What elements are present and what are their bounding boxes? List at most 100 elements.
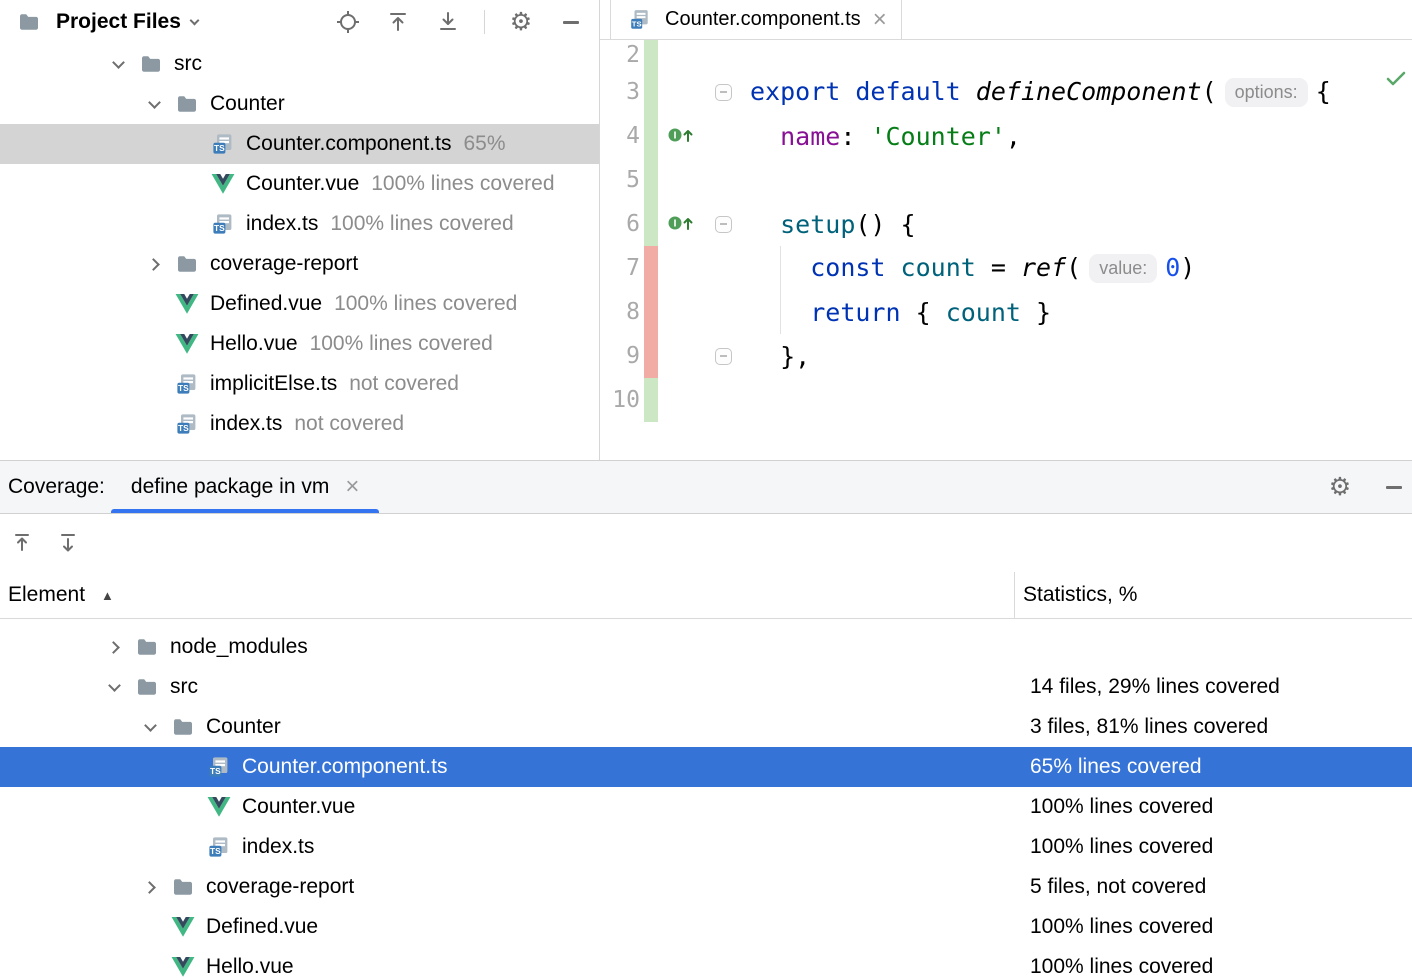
coverage-row-counter-vue[interactable]: Counter.vue100% lines covered [0,787,1412,827]
item-label: Defined.vue [206,915,318,939]
project-tree-item-counter-vue[interactable]: Counter.vue 100% lines covered [0,164,599,204]
coverage-settings-button[interactable]: ⚙ [1326,473,1354,501]
code-editor-area[interactable]: 23export default defineComponent(options… [600,40,1412,460]
row-statistics: 14 files, 29% lines covered [1022,675,1412,699]
editor-tab-counter-component-ts[interactable]: TS Counter.component.ts × [610,0,902,39]
item-coverage-note: 100% lines covered [310,332,493,356]
coverage-table: node_modulessrc14 files, 29% lines cover… [0,619,1412,980]
chevron-down-icon[interactable] [108,679,121,692]
chevron-right-icon[interactable] [143,881,156,894]
project-tree-item-index-ts[interactable]: TSindex.ts100% lines covered [0,204,599,244]
chevron-right-icon[interactable] [107,641,120,654]
fold-slot [706,84,740,101]
row-statistics: 100% lines covered [1022,835,1412,859]
coverage-up-button[interactable] [8,529,36,557]
select-opened-file-button[interactable] [334,8,362,36]
chevron-slot [136,260,172,269]
line-coverage-strip [644,290,658,334]
arrow-up-to-line-icon [385,9,411,35]
expand-all-button[interactable] [384,8,412,36]
row-statistics: 65% lines covered [1022,755,1412,779]
project-tree-item-defined-vue[interactable]: Defined.vue100% lines covered [0,284,599,324]
coverage-row-hello-vue[interactable]: Hello.vue100% lines covered [0,947,1412,980]
hide-coverage-panel-button[interactable] [1380,473,1408,501]
close-icon[interactable]: × [345,475,359,499]
line-coverage-strip [644,40,658,70]
editor-line[interactable]: 8 return { count } [600,290,1412,334]
project-tool-window-header: Project Files ⚙ [0,0,599,44]
coverage-row-defined-vue[interactable]: Defined.vue100% lines covered [0,907,1412,947]
line-coverage-strip [644,334,658,378]
fold-marker-icon[interactable] [715,216,732,233]
item-label: Counter.component.ts [242,755,447,779]
collapse-all-button[interactable] [434,8,462,36]
project-tree-item-implicitelse-ts[interactable]: TSimplicitElse.tsnot covered [0,364,599,404]
chevron-slot [136,102,172,107]
top-area: Project Files ⚙ srcCoun [0,0,1412,460]
column-header-element[interactable]: Element ▲ [0,572,1014,618]
project-tree-item-index-ts[interactable]: TSindex.tsnot covered [0,404,599,444]
project-tool-window: Project Files ⚙ srcCoun [0,0,600,460]
inlay-hint: options: [1225,78,1308,107]
coverage-gutter-icon[interactable] [667,122,697,151]
minimize-icon [1386,486,1402,489]
fold-marker-icon[interactable] [715,348,732,365]
coverage-label: Coverage: [8,475,105,499]
code-text: setup() { [740,210,916,239]
inspection-ok-icon[interactable] [1386,64,1406,93]
item-label: Hello.vue [210,332,298,356]
chevron-slot [100,62,136,67]
project-view-title[interactable]: Project Files [56,10,181,34]
column-header-statistics[interactable]: Statistics, % [1014,572,1412,618]
arrow-down-to-line-icon [435,9,461,35]
hide-project-panel-button[interactable] [557,8,585,36]
folder-icon [168,878,198,896]
editor-line[interactable]: 5 [600,158,1412,202]
item-coverage-note: 100% lines covered [371,172,554,196]
svg-text:TS: TS [214,143,225,153]
coverage-row-index-ts[interactable]: TS index.ts 100% lines covered [0,827,1412,867]
folder-icon [132,678,162,696]
chevron-down-icon[interactable] [148,96,161,109]
vue-file-icon [168,957,198,977]
coverage-down-button[interactable] [54,529,82,557]
line-coverage-strip [644,202,658,246]
coverage-row-counter-component-ts[interactable]: TS Counter.component.ts 65% lines covered [0,747,1412,787]
statistics-column-label: Statistics, % [1023,583,1137,607]
editor-line[interactable]: 9 }, [600,334,1412,378]
editor-line[interactable]: 2 [600,40,1412,70]
chevron-right-icon[interactable] [147,258,160,271]
editor: TS Counter.component.ts × 23export defau… [600,0,1412,460]
editor-line[interactable]: 4 name: 'Counter', [600,114,1412,158]
close-icon[interactable]: × [873,8,887,32]
coverage-row-src[interactable]: src14 files, 29% lines covered [0,667,1412,707]
project-tree-item-coverage-report[interactable]: coverage-report [0,244,599,284]
item-label: index.ts [210,412,282,436]
editor-line[interactable]: 3export default defineComponent(options:… [600,70,1412,114]
chevron-down-icon[interactable] [189,15,199,25]
editor-line[interactable]: 10 [600,378,1412,422]
project-tree-item-hello-vue[interactable]: Hello.vue 100% lines covered [0,324,599,364]
item-label: index.ts [242,835,314,859]
coverage-row-counter[interactable]: Counter3 files, 81% lines covered [0,707,1412,747]
editor-line[interactable]: 6 setup() { [600,202,1412,246]
project-toolbar: ⚙ [334,8,585,36]
fold-marker-icon[interactable] [715,84,732,101]
coverage-row-coverage-report[interactable]: coverage-report5 files, not covered [0,867,1412,907]
ts-file-icon: TS [208,212,238,236]
coverage-gutter-icon[interactable] [667,210,697,239]
coverage-row-node-modules[interactable]: node_modules [0,627,1412,667]
coverage-suite-tab[interactable]: define package in vm × [111,461,379,513]
project-tree-item-counter[interactable]: Counter [0,84,599,124]
project-tree-item-counter-component-ts[interactable]: TSCounter.component.ts65% [0,124,599,164]
ts-file-icon: TS [204,835,234,859]
item-label: Counter.vue [246,172,359,196]
project-tree-item-src[interactable]: src [0,44,599,84]
svg-text:TS: TS [214,223,225,233]
chevron-down-icon[interactable] [112,56,125,69]
svg-text:TS: TS [210,766,221,776]
editor-line[interactable]: 7 const count = ref(value:0) [600,246,1412,290]
ts-file-icon: TS [172,412,202,436]
chevron-down-icon[interactable] [144,719,157,732]
project-settings-button[interactable]: ⚙ [507,8,535,36]
